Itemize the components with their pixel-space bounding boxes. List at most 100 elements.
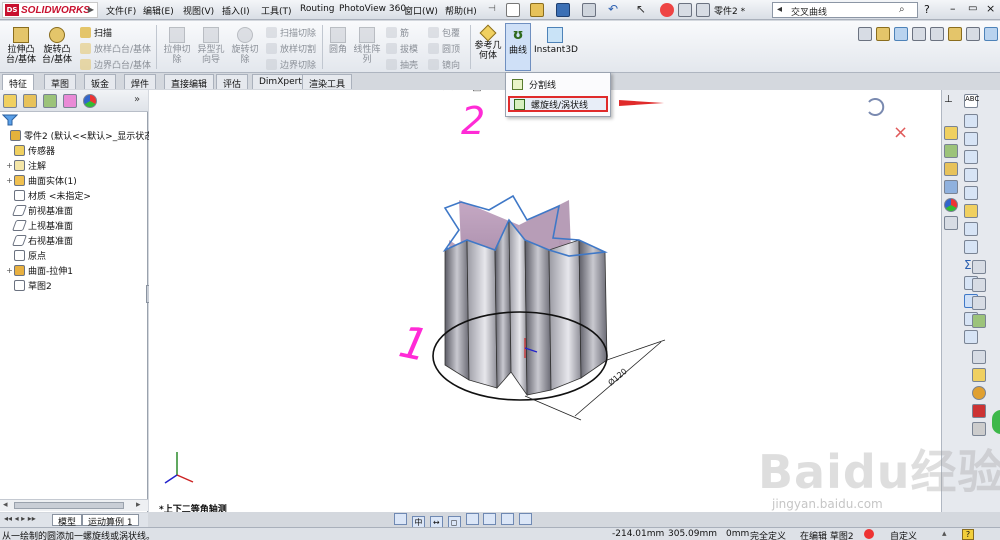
scroll-left-icon[interactable]: ◂ <box>3 500 8 510</box>
custom-properties-icon[interactable] <box>944 216 958 230</box>
design-library-icon[interactable] <box>944 144 958 158</box>
lofted-cut-button[interactable]: 放样切割 <box>266 42 316 55</box>
tree-item[interactable]: + 曲面实体(1) <box>0 173 77 187</box>
zoom-area-icon[interactable]: ⌕ <box>452 90 458 93</box>
toolbar-icon-h[interactable] <box>984 27 998 41</box>
boundary-boss-button[interactable]: 边界凸台/基体 <box>80 58 151 71</box>
wrap-button[interactable]: 包覆 <box>428 26 460 39</box>
view-tool-icon-8[interactable] <box>519 513 533 525</box>
menu-file[interactable]: 文件(F) <box>106 4 136 17</box>
toolbar-icon-8[interactable] <box>964 240 978 254</box>
sketch-tool-icon-4[interactable] <box>972 314 986 328</box>
toolbar-icon-4[interactable] <box>964 168 978 182</box>
view-tool-icon-5[interactable] <box>465 513 479 525</box>
tab-sheet-metal[interactable]: 钣金 <box>84 74 117 90</box>
toolbar-icon-12[interactable] <box>964 330 978 344</box>
view-tool-icon-1[interactable] <box>394 513 407 525</box>
tree-item[interactable]: 零件2 (默认<<默认>_显示状态 <box>0 128 153 142</box>
app-logo[interactable]: DS SOLIDWORKS ▶ <box>2 2 98 18</box>
restore-icon[interactable]: ▭ <box>968 3 977 14</box>
sketch-tool-icon-8[interactable] <box>972 404 986 418</box>
tree-item[interactable]: 草图2 <box>0 278 52 292</box>
search-input[interactable]: 交叉曲线 <box>791 5 827 18</box>
file-explorer-icon[interactable] <box>944 162 958 176</box>
toolbar-icon-2[interactable] <box>964 132 978 146</box>
boss-revolve-button[interactable]: 旋转凸台/基体 <box>40 27 74 65</box>
filter-icon[interactable] <box>2 114 18 126</box>
sketch-tool-icon-7[interactable] <box>972 386 986 400</box>
help-status-icon[interactable]: ? <box>962 529 974 540</box>
toolbar-icon-1[interactable] <box>964 114 978 128</box>
tab-dimxpert[interactable]: DimXpert <box>252 74 309 89</box>
open-icon[interactable] <box>530 3 544 17</box>
cancel-sketch-icon[interactable]: × <box>893 122 908 143</box>
confirm-corner-icon[interactable] <box>992 410 1000 434</box>
sketch-tool-icon-3[interactable] <box>972 296 986 310</box>
tree-item[interactable]: 传感器 <box>0 143 55 157</box>
search-pane-icon[interactable] <box>944 180 958 194</box>
sketch-tool-icon-5[interactable] <box>972 350 986 364</box>
rebuild-icon[interactable] <box>660 3 674 17</box>
search-scope-icon[interactable]: ◂ <box>777 4 782 15</box>
tree-expander[interactable]: + <box>5 161 14 170</box>
toolbar-icon-d[interactable] <box>912 27 926 41</box>
tab-weldments[interactable]: 焊件 <box>124 74 157 90</box>
swept-cut-button[interactable]: 扫描切除 <box>266 26 316 39</box>
tree-expander[interactable]: + <box>5 266 14 275</box>
toolbar-icon-a[interactable] <box>858 27 872 41</box>
search-icon[interactable]: ⌕ <box>899 4 905 15</box>
tree-item[interactable]: + 曲面-拉伸1 <box>0 263 73 277</box>
exit-sketch-icon[interactable] <box>868 98 885 116</box>
sweep-button[interactable]: 扫描 <box>80 26 112 39</box>
tab-model[interactable]: 模型 <box>52 514 83 528</box>
mirror-button[interactable]: 镜向 <box>428 58 460 71</box>
view-tool-icon-7[interactable] <box>501 513 515 525</box>
sketch-tool-icon-1[interactable] <box>972 260 986 274</box>
rebuild-indicator-icon[interactable] <box>864 529 874 539</box>
toolbar-icon-c[interactable] <box>894 27 908 41</box>
cut-revolve-button[interactable]: 旋转切除 <box>228 27 262 65</box>
toolbar-icon-b[interactable] <box>876 27 890 41</box>
section-view-icon[interactable]: ▤ <box>472 90 481 93</box>
tree-item[interactable]: 右视基准面 <box>0 233 73 247</box>
menu-view[interactable]: 视图(V) <box>183 4 214 17</box>
appearances-icon[interactable] <box>944 198 958 212</box>
tab-direct-editing[interactable]: 直接编辑 <box>164 74 215 90</box>
spelling-icon[interactable]: ABC <box>964 94 979 108</box>
split-line-item[interactable]: 分割线 <box>508 76 608 92</box>
help-icon[interactable]: ? <box>924 3 930 16</box>
diameter-dimension[interactable]: Ø120 <box>606 366 629 388</box>
scroll-thumb[interactable] <box>14 502 124 509</box>
new-document-icon[interactable] <box>506 3 520 17</box>
hole-wizard-button[interactable]: 异型孔向导 <box>196 27 226 65</box>
viewport-window-controls[interactable]: ▭ ▭ × <box>855 90 885 91</box>
tab-motion-study[interactable]: 运动算例 1 <box>82 514 139 528</box>
tree-expander[interactable]: + <box>5 176 14 185</box>
tree-item[interactable]: + 注解 <box>0 158 46 172</box>
tab-sketch[interactable]: 草图 <box>44 74 77 90</box>
property-manager-icon[interactable] <box>23 94 37 108</box>
menu-tools[interactable]: 工具(T) <box>261 4 292 17</box>
menu-window[interactable]: 窗口(W) <box>404 4 438 17</box>
featuremanager-tree-icon[interactable] <box>3 94 17 108</box>
horizontal-scrollbar[interactable]: ◂ ▸ <box>0 499 148 511</box>
file-properties-icon[interactable] <box>678 3 692 17</box>
display-manager-icon[interactable] <box>83 94 97 108</box>
toolbar-icon-g[interactable] <box>966 27 980 41</box>
draft-button[interactable]: 拔模 <box>386 42 418 55</box>
tab-scroll-icons[interactable]: ◂◂ ◂ ▸ ▸▸ <box>4 514 36 523</box>
curves-button[interactable]: ʊ 曲线 <box>505 23 531 71</box>
menu-help[interactable]: 帮助(H) <box>445 4 477 17</box>
sketch-tool-icon-6[interactable] <box>972 368 986 382</box>
print-icon[interactable] <box>582 3 596 17</box>
boundary-cut-button[interactable]: 边界切除 <box>266 58 316 71</box>
menu-insert[interactable]: 插入(I) <box>222 4 250 17</box>
units-dropdown-icon[interactable]: ▴ <box>942 529 947 539</box>
linear-pattern-button[interactable]: 线性阵列 <box>352 27 382 65</box>
tab-render-tools[interactable]: 渲染工具 <box>302 74 353 90</box>
toolbar-icon-5[interactable] <box>964 186 978 200</box>
tree-item[interactable]: 材质 <未指定> <box>0 188 91 202</box>
scroll-right-icon[interactable]: ▸ <box>136 500 141 510</box>
toolbar-icon-f[interactable] <box>948 27 962 41</box>
undo-icon[interactable]: ↶ <box>608 3 622 17</box>
